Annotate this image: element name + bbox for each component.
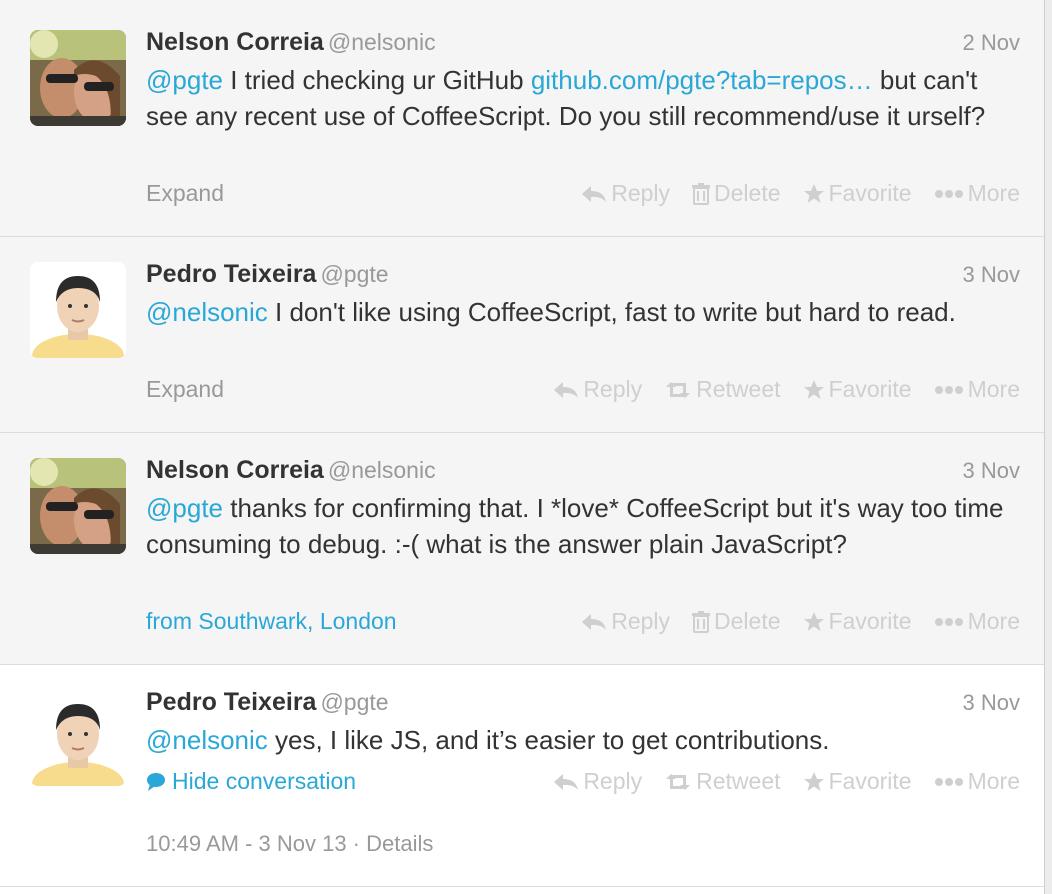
mention-link[interactable]: @pgte <box>146 493 223 523</box>
expand-link[interactable]: Expand <box>146 180 224 207</box>
reply-label: Reply <box>611 180 671 206</box>
conversation-panel: Nelson Correia @nelsonic 2 Nov @pgte I tr… <box>0 0 1045 894</box>
tweet-item[interactable]: Nelson Correia @nelsonic 3 Nov @pgte than… <box>0 433 1044 665</box>
tweet-item-focused[interactable]: Pedro Teixeira @pgte 3 Nov @nelsonic yes,… <box>0 665 1044 887</box>
tweet-text-segment: thanks for confirming that. I *love* Cof… <box>146 493 1004 559</box>
more-button[interactable]: More <box>934 376 1020 403</box>
tweet-actions: Reply Delete Favorite More <box>581 180 1020 207</box>
hide-conversation-label: Hide conversation <box>172 768 357 794</box>
star-icon <box>803 183 824 203</box>
reply-button[interactable]: Reply <box>581 180 670 207</box>
retweet-button[interactable]: Retweet <box>664 376 781 403</box>
delete-label: Delete <box>714 180 781 206</box>
tweet-header: Nelson Correia @nelsonic 3 Nov <box>146 456 1020 486</box>
reply-button[interactable]: Reply <box>581 608 670 635</box>
author-handle[interactable]: @nelsonic <box>328 457 436 483</box>
author-name[interactable]: Pedro Teixeira <box>146 688 316 716</box>
tweet-text: @nelsonic yes, I like JS, and it’s easie… <box>146 722 1016 758</box>
ellipsis-icon <box>934 385 963 394</box>
more-label: More <box>967 376 1020 402</box>
avatar-nelson[interactable] <box>30 30 126 126</box>
tweet-metadata[interactable]: 10:49 AM - 3 Nov 13 · Details <box>146 831 433 857</box>
trash-icon <box>692 610 711 633</box>
tweet-item[interactable]: Nelson Correia @nelsonic 2 Nov @pgte I tr… <box>0 0 1044 237</box>
tweet-timestamp[interactable]: 3 Nov <box>963 690 1020 716</box>
more-label: More <box>967 608 1020 634</box>
tweet-header: Pedro Teixeira @pgte 3 Nov <box>146 688 1020 718</box>
trash-icon <box>692 182 711 205</box>
ellipsis-icon <box>934 189 963 198</box>
retweet-icon <box>666 381 691 398</box>
favorite-button[interactable]: Favorite <box>803 180 912 207</box>
tweet-text: @pgte I tried checking ur GitHub github.… <box>146 62 1016 134</box>
favorite-button[interactable]: Favorite <box>803 608 912 635</box>
favorite-button[interactable]: Favorite <box>803 376 912 403</box>
delete-button[interactable]: Delete <box>692 608 781 635</box>
more-button[interactable]: More <box>934 608 1020 635</box>
url-link[interactable]: github.com/pgte?tab=repos… <box>531 65 873 95</box>
window-edge <box>1045 0 1052 894</box>
more-label: More <box>967 768 1020 794</box>
avatar-pedro[interactable] <box>30 690 126 786</box>
mention-link[interactable]: @nelsonic <box>146 297 268 327</box>
author-name[interactable]: Nelson Correia <box>146 456 324 484</box>
ellipsis-icon <box>934 777 963 786</box>
retweet-label: Retweet <box>696 376 781 402</box>
favorite-label: Favorite <box>828 180 912 206</box>
tweet-actions: Reply Retweet Favorite More <box>553 768 1020 795</box>
avatar-nelson[interactable] <box>30 458 126 554</box>
reply-label: Reply <box>611 608 671 634</box>
reply-button[interactable]: Reply <box>553 768 642 795</box>
tweet-text: @nelsonic I don't like using CoffeeScrip… <box>146 294 1016 330</box>
retweet-icon <box>666 773 691 790</box>
tweet-header: Nelson Correia @nelsonic 2 Nov <box>146 28 1020 58</box>
reply-icon <box>582 613 607 630</box>
author-name[interactable]: Nelson Correia <box>146 28 324 56</box>
reply-button[interactable]: Reply <box>553 376 642 403</box>
retweet-button[interactable]: Retweet <box>664 768 781 795</box>
star-icon <box>803 379 824 399</box>
reply-icon <box>554 773 579 790</box>
author-handle[interactable]: @nelsonic <box>328 29 436 55</box>
tweet-timestamp[interactable]: 3 Nov <box>963 262 1020 288</box>
mention-link[interactable]: @pgte <box>146 65 223 95</box>
reply-icon <box>554 381 579 398</box>
author-name[interactable]: Pedro Teixeira <box>146 260 316 288</box>
star-icon <box>803 611 824 631</box>
retweet-label: Retweet <box>696 768 781 794</box>
expand-link[interactable]: Expand <box>146 376 224 403</box>
tweet-text-segment: yes, I like JS, and it’s easier to get c… <box>267 725 830 755</box>
favorite-button[interactable]: Favorite <box>803 768 912 795</box>
tweet-text-segment: I don't like using CoffeeScript, fast to… <box>267 297 956 327</box>
hide-conversation-link[interactable]: Hide conversation <box>146 768 356 795</box>
star-icon <box>803 771 824 791</box>
author-handle[interactable]: @pgte <box>320 689 388 715</box>
favorite-label: Favorite <box>828 608 912 634</box>
location-link[interactable]: from Southwark, London <box>146 608 397 635</box>
tweet-header: Pedro Teixeira @pgte 3 Nov <box>146 260 1020 290</box>
more-button[interactable]: More <box>934 768 1020 795</box>
delete-label: Delete <box>714 608 781 634</box>
tweet-timestamp[interactable]: 3 Nov <box>963 458 1020 484</box>
tweet-actions: Reply Delete Favorite More <box>581 608 1020 635</box>
tweet-item[interactable]: Pedro Teixeira @pgte 3 Nov @nelsonic I do… <box>0 237 1044 433</box>
tweet-text-segment: I tried checking ur GitHub <box>223 65 531 95</box>
mention-link[interactable]: @nelsonic <box>146 725 268 755</box>
reply-icon <box>582 185 607 202</box>
more-label: More <box>967 180 1020 206</box>
speech-bubble-icon <box>147 772 165 791</box>
reply-label: Reply <box>583 376 643 402</box>
favorite-label: Favorite <box>828 768 912 794</box>
author-handle[interactable]: @pgte <box>320 261 388 287</box>
avatar-pedro[interactable] <box>30 262 126 358</box>
ellipsis-icon <box>934 617 963 626</box>
reply-label: Reply <box>583 768 643 794</box>
favorite-label: Favorite <box>828 376 912 402</box>
delete-button[interactable]: Delete <box>692 180 781 207</box>
more-button[interactable]: More <box>934 180 1020 207</box>
tweet-text: @pgte thanks for confirming that. I *lov… <box>146 490 1016 562</box>
tweet-timestamp[interactable]: 2 Nov <box>963 30 1020 56</box>
tweet-actions: Reply Retweet Favorite More <box>553 376 1020 403</box>
